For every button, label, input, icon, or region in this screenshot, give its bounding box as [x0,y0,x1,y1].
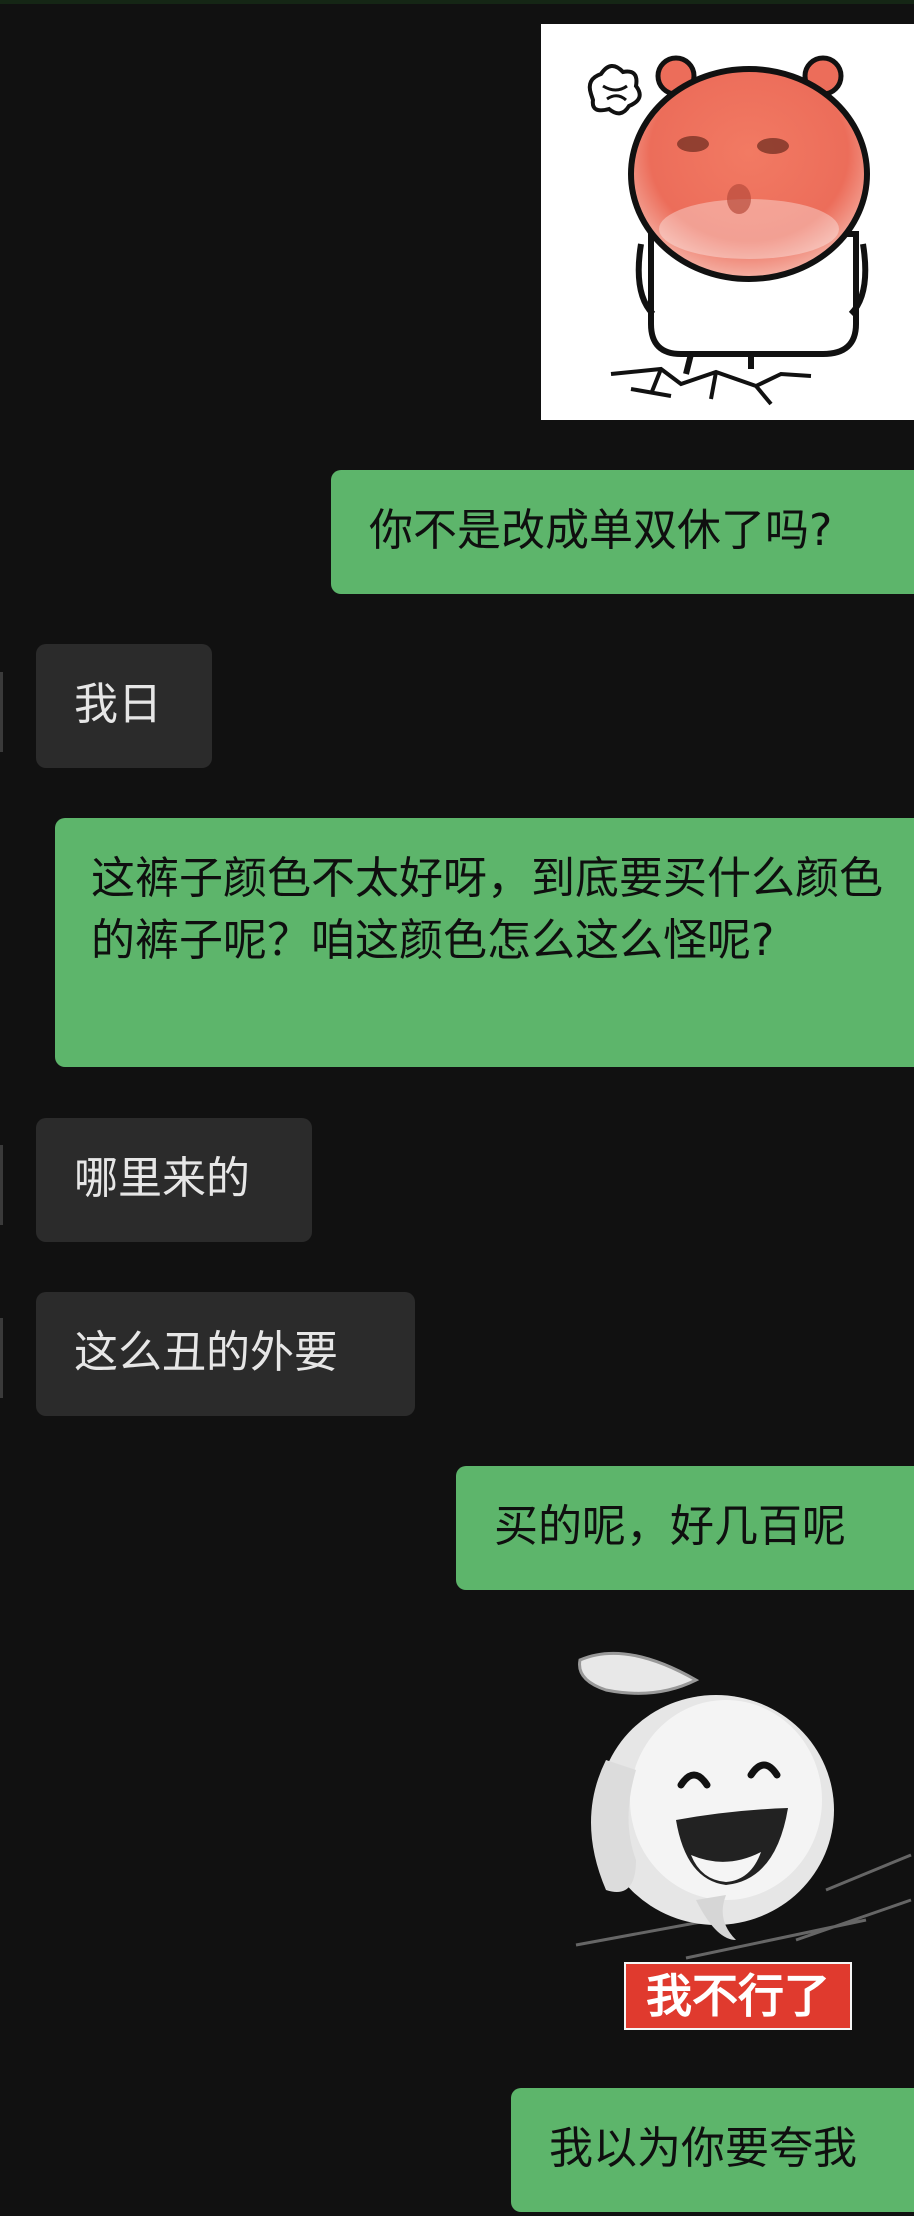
message-bubble-incoming[interactable]: 这么丑的外要 [36,1292,415,1416]
top-divider [0,0,914,4]
message-bubble-outgoing[interactable]: 我以为你要夸我 [511,2088,914,2212]
message-text: 我以为你要夸我 [549,2123,857,2174]
message-bubble-incoming[interactable]: 我日 [36,644,212,768]
hamster-drawing [587,55,870,406]
sticker-caption: 我不行了 [624,1962,852,2030]
message-text: 我日 [74,679,162,730]
angry-hamster-sticker[interactable] [541,24,914,420]
avatar-edge [0,1318,3,1398]
message-bubble-outgoing[interactable]: 买的呢，好几百呢 [456,1466,914,1590]
message-bubble-incoming[interactable]: 哪里来的 [36,1118,312,1242]
avatar-edge [0,1145,3,1225]
message-bubble-outgoing[interactable]: 你不是改成单双休了吗? [331,470,914,594]
laughing-bunny-sticker[interactable]: 我不行了 [566,1640,914,2030]
message-text: 哪里来的 [74,1153,250,1204]
bunny-drawing [575,1651,912,1960]
message-text: 这么丑的外要 [74,1327,338,1378]
message-text: 这裤子颜色不太好呀，到底要买什么颜色的裤子呢？咱这颜色怎么这么怪呢? [91,853,883,966]
avatar-edge [0,672,3,752]
message-bubble-outgoing[interactable]: 这裤子颜色不太好呀，到底要买什么颜色的裤子呢？咱这颜色怎么这么怪呢? [55,818,914,1067]
message-text: 你不是改成单双休了吗? [369,505,833,556]
message-text: 买的呢，好几百呢 [494,1501,846,1552]
